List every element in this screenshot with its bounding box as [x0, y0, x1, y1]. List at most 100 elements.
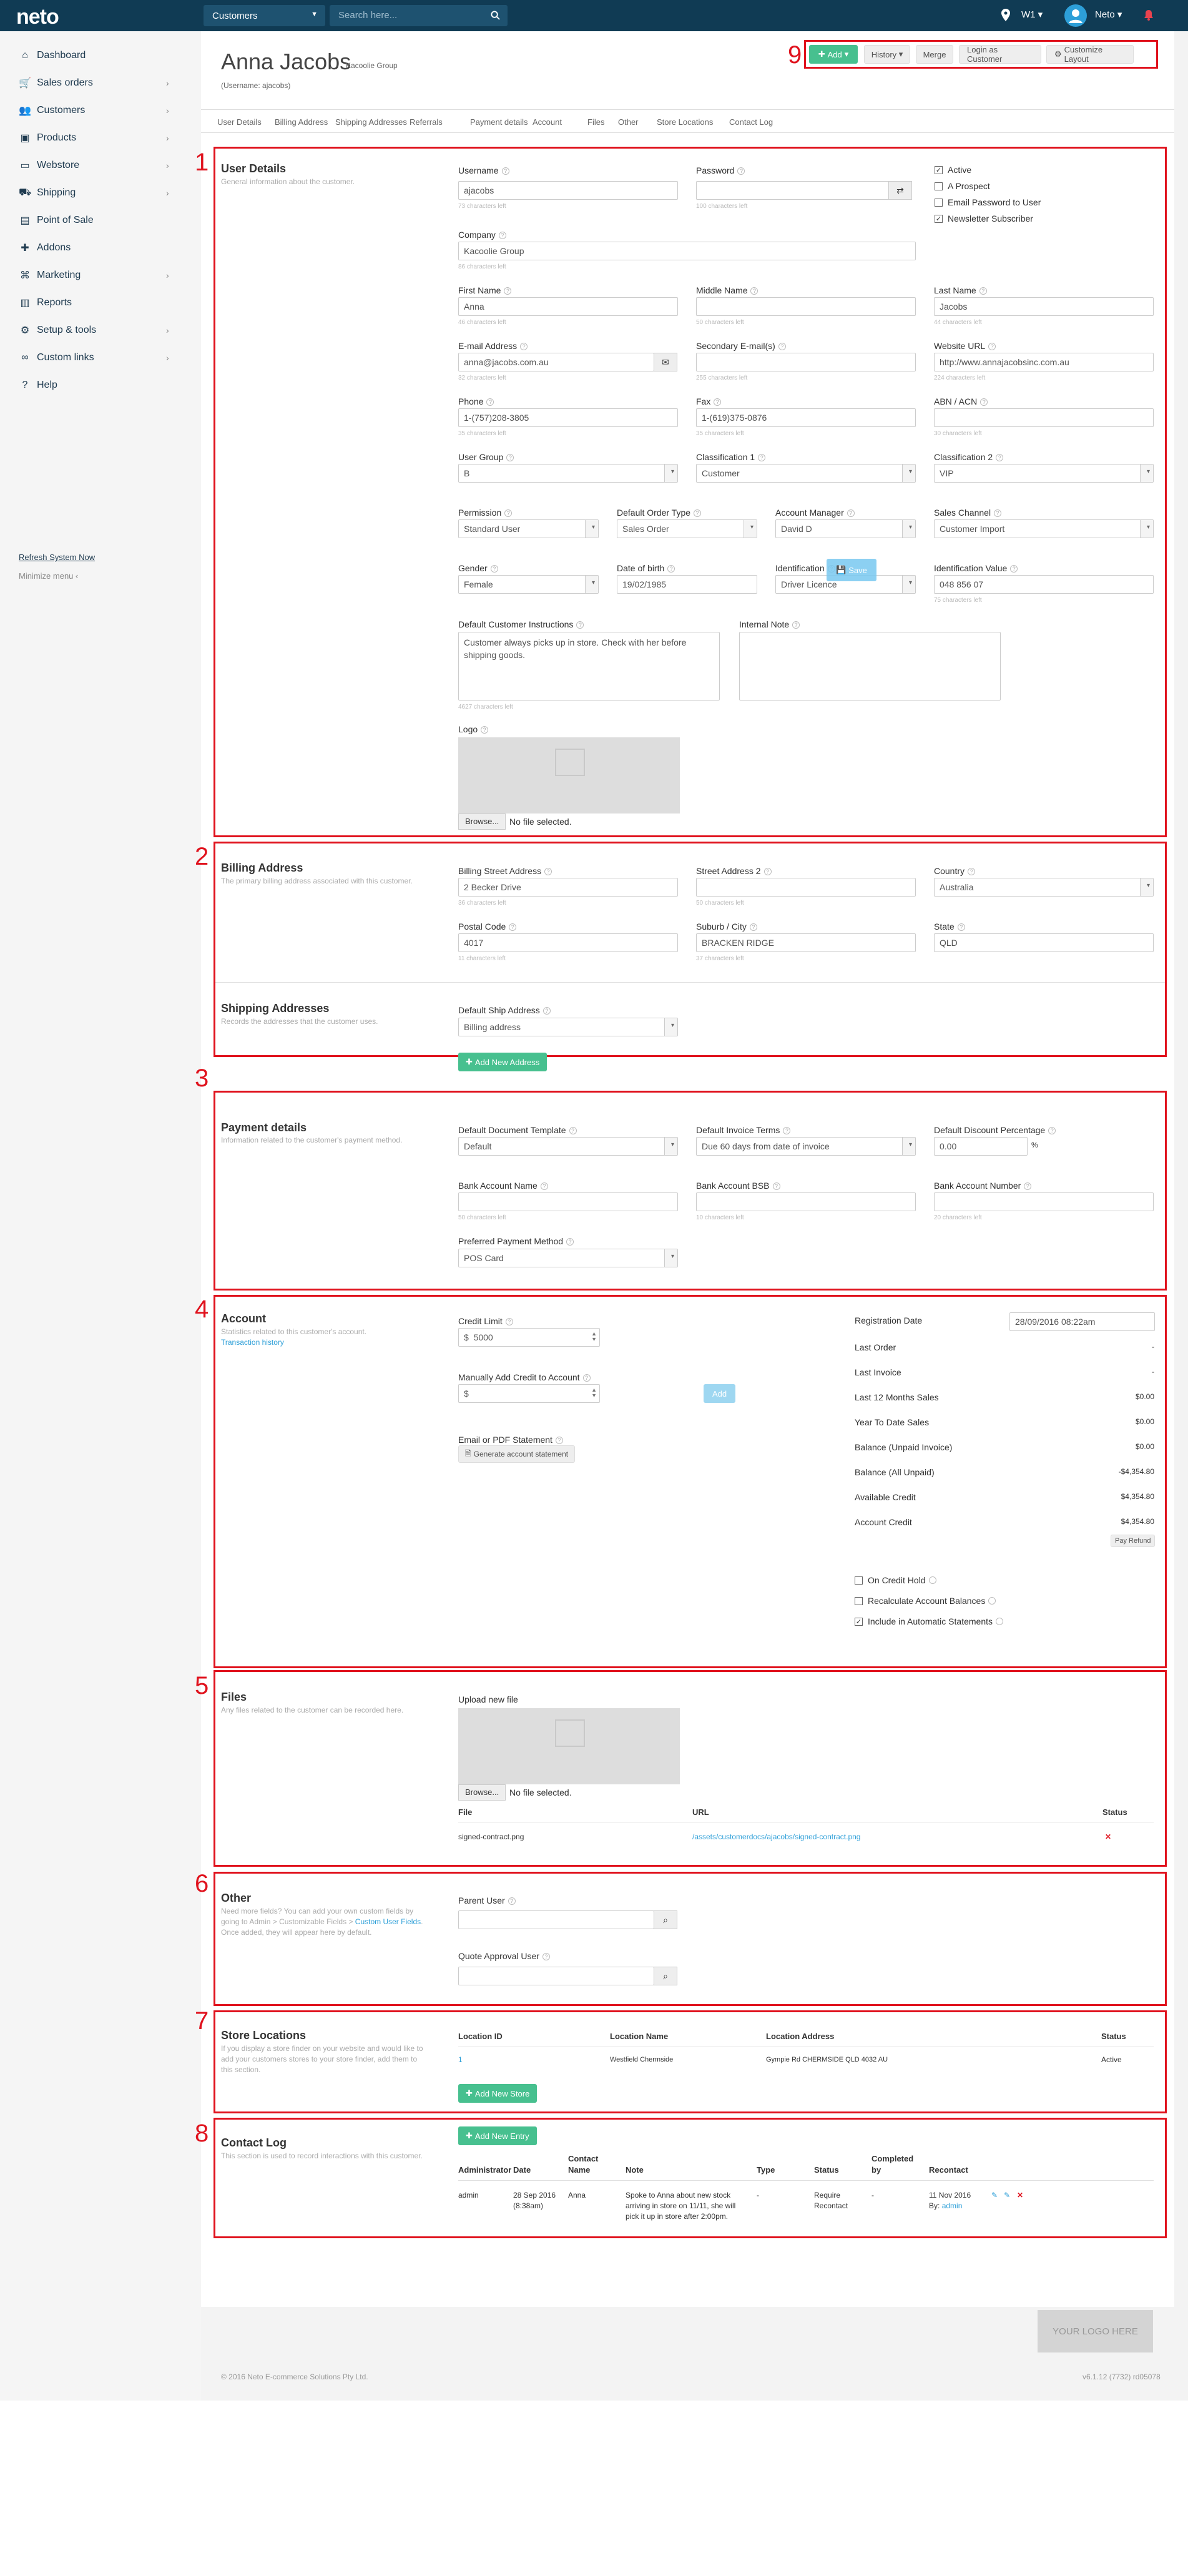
bank-name-field[interactable]	[458, 1192, 678, 1211]
search-icon[interactable]	[491, 11, 500, 20]
middle-name-field[interactable]	[696, 297, 916, 316]
custom-user-fields-link[interactable]: Custom User Fields	[355, 1917, 421, 1926]
location-id-link[interactable]: 1	[458, 2055, 463, 2065]
sidebar-item-webstore[interactable]: ▭ Webstore ›	[19, 157, 169, 174]
search-icon[interactable]: ⌕	[654, 1910, 677, 1929]
shuffle-icon[interactable]: ⇄	[888, 181, 912, 200]
abn-field[interactable]	[934, 408, 1154, 427]
module-select[interactable]: Customers ▼	[204, 5, 325, 26]
envelope-icon[interactable]: ✉	[654, 353, 677, 371]
transaction-history-link[interactable]: Transaction history	[221, 1338, 284, 1347]
merge-button[interactable]: Merge	[916, 45, 953, 64]
sidebar-item-addons[interactable]: ✚ Addons	[19, 239, 71, 257]
newsletter-checkbox[interactable]: ✓ Newsletter Subscriber	[935, 214, 1033, 224]
phone-field[interactable]: 1-(757)208-3805	[458, 408, 678, 427]
classification-1-select[interactable]: Customer ▾	[696, 464, 916, 483]
customize-layout-button[interactable]: ⚙ Customize Layout	[1046, 45, 1134, 64]
parent-user-field[interactable]	[458, 1910, 654, 1929]
save-button[interactable]: 💾 Save	[827, 559, 876, 581]
instructions-textarea[interactable]: Customer always picks up in store. Check…	[458, 632, 720, 701]
sidebar-item-help[interactable]: ? Help	[19, 376, 57, 394]
search-input[interactable]	[338, 10, 482, 21]
order-type-select[interactable]: Sales Order ▾	[617, 519, 757, 538]
account-manager-select[interactable]: David D ▾	[775, 519, 916, 538]
add-button[interactable]: ✚ Add ▾	[809, 45, 858, 64]
email-password-checkbox[interactable]: Email Password to User	[935, 197, 1041, 207]
search-icon[interactable]: ⌕	[654, 1967, 677, 1985]
tab-store-locations[interactable]: Store Locations	[657, 117, 713, 127]
active-checkbox[interactable]: ✓ Active	[935, 165, 971, 175]
postcode-field[interactable]: 4017	[458, 933, 678, 952]
sidebar-item-customers[interactable]: 👥 Customers ›	[19, 102, 169, 119]
dob-field[interactable]: 19/02/1985	[617, 575, 757, 594]
password-field[interactable]	[696, 181, 890, 200]
pay-refund-button[interactable]: Pay Refund	[1111, 1535, 1156, 1547]
street2-field[interactable]	[696, 878, 916, 897]
username-field[interactable]: ajacobs	[458, 181, 678, 200]
classification-2-select[interactable]: VIP ▾	[934, 464, 1154, 483]
add-credit-field[interactable]: $ ▲ ▼	[458, 1384, 600, 1403]
delete-icon[interactable]: ✕	[1017, 2190, 1023, 2201]
logo-upload[interactable]: Browse... No file selected.	[458, 737, 680, 830]
avatar[interactable]	[1064, 4, 1087, 27]
internal-note-textarea[interactable]	[739, 632, 1001, 701]
tab-files[interactable]: Files	[587, 117, 604, 127]
sidebar-item-dashboard[interactable]: ⌂ Dashboard	[19, 47, 86, 64]
add-credit-button[interactable]: Add	[704, 1384, 736, 1403]
default-ship-select[interactable]: Billing address ▾	[458, 1018, 678, 1036]
add-entry-button[interactable]: ✚ Add New Entry	[458, 2126, 537, 2145]
sidebar-item-shipping[interactable]: ⛟ Shipping ›	[19, 184, 169, 202]
sidebar-item-setup-tools[interactable]: ⚙ Setup & tools ›	[19, 322, 169, 339]
prospect-checkbox[interactable]: A Prospect	[935, 181, 990, 191]
fax-field[interactable]: 1-(619)375-0876	[696, 408, 916, 427]
website-field[interactable]: http://www.annajacobsinc.com.au	[934, 353, 1154, 371]
sidebar-item-point-of-sale[interactable]: ▤ Point of Sale	[19, 212, 93, 229]
minimize-menu-link[interactable]: Minimize menu ‹	[19, 571, 78, 581]
refresh-system-link[interactable]: Refresh System Now	[19, 553, 95, 562]
sidebar-item-products[interactable]: ▣ Products ›	[19, 129, 169, 147]
edit-icon[interactable]: ✎	[1004, 2190, 1010, 2201]
user-group-select[interactable]: B ▾	[458, 464, 678, 483]
file-url-link[interactable]: /assets/customerdocs/ajacobs/signed-cont…	[692, 1832, 860, 1842]
credit-hold-checkbox[interactable]: On Credit Hold	[855, 1575, 936, 1585]
sales-channel-select[interactable]: Customer Import ▾	[934, 519, 1154, 538]
email-field[interactable]: anna@jacobs.com.au	[458, 353, 654, 371]
history-button[interactable]: History ▾	[864, 45, 910, 64]
delete-icon[interactable]: ✕	[1105, 1832, 1111, 1842]
bank-number-field[interactable]	[934, 1192, 1154, 1211]
tab-account[interactable]: Account	[533, 117, 562, 127]
country-select[interactable]: Australia ▾	[934, 878, 1154, 897]
doc-template-select[interactable]: Default ▾	[458, 1137, 678, 1156]
tab-contact-log[interactable]: Contact Log	[729, 117, 773, 127]
sidebar-item-reports[interactable]: ▥ Reports	[19, 294, 72, 312]
discount-field[interactable]: 0.00	[934, 1137, 1028, 1156]
file-upload[interactable]: Browse... No file selected.	[458, 1708, 680, 1801]
global-search[interactable]	[330, 5, 508, 26]
location-select[interactable]: W1 ▾	[1021, 9, 1043, 20]
neto-logo[interactable]: neto	[16, 5, 59, 29]
billing-street-field[interactable]: 2 Becker Drive	[458, 878, 678, 897]
tab-user-details[interactable]: User Details	[217, 117, 262, 127]
spinner-icon[interactable]: ▲ ▼	[591, 1331, 597, 1342]
log-by-link[interactable]: admin	[942, 2201, 963, 2210]
secondary-email-field[interactable]	[696, 353, 916, 371]
add-address-button[interactable]: ✚ Add New Address	[458, 1053, 547, 1071]
credit-limit-field[interactable]: $ 5000 ▲ ▼	[458, 1328, 600, 1347]
browse-button[interactable]: Browse...	[458, 1784, 506, 1801]
registration-date-field[interactable]: 28/09/2016 08:22am	[1009, 1312, 1155, 1331]
auto-statements-checkbox[interactable]: ✓ Include in Automatic Statements	[855, 1616, 1003, 1626]
user-menu[interactable]: Neto ▾	[1095, 9, 1122, 20]
tab-payment-details[interactable]: Payment details	[470, 117, 528, 127]
sidebar-item-custom-links[interactable]: ∞ Custom links ›	[19, 349, 169, 366]
first-name-field[interactable]: Anna	[458, 297, 678, 316]
last-name-field[interactable]: Jacobs	[934, 297, 1154, 316]
spinner-icon[interactable]: ▲ ▼	[591, 1387, 597, 1399]
gender-select[interactable]: Female ▾	[458, 575, 599, 594]
tab-billing-address[interactable]: Billing Address	[275, 117, 328, 127]
state-field[interactable]: QLD	[934, 933, 1154, 952]
add-store-button[interactable]: ✚ Add New Store	[458, 2084, 538, 2103]
bsb-field[interactable]	[696, 1192, 916, 1211]
permission-select[interactable]: Standard User ▾	[458, 519, 599, 538]
tab-referrals[interactable]: Referrals	[410, 117, 443, 127]
suburb-field[interactable]: BRACKEN RIDGE	[696, 933, 916, 952]
